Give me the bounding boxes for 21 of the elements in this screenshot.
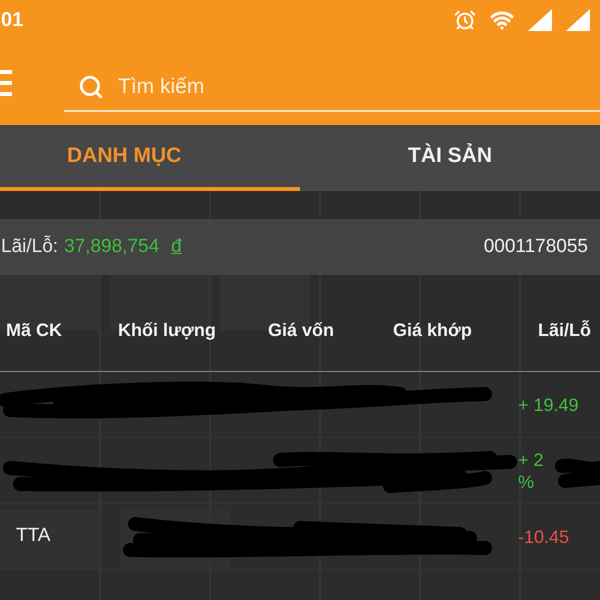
profit-loss-cell-text: -10.45 [517, 526, 570, 548]
menu-button[interactable] [0, 68, 12, 98]
status-time: 01 [0, 8, 24, 33]
profit-loss-amount: 37,898,754 [64, 234, 160, 259]
tab[interactable]: TÀI SẢN [300, 125, 600, 191]
column-header: Lãi/Lỗ [537, 318, 592, 342]
profit-loss-cell-text: % [517, 470, 534, 492]
signal-icon [528, 9, 552, 31]
alarm-icon [454, 9, 476, 31]
signal-icon [566, 9, 590, 31]
column-header: Giá vốn [267, 318, 336, 342]
profit-loss-cell-text: + 2 [517, 448, 544, 470]
search-icon [78, 74, 104, 100]
profit-loss-label: Lãi/Lỗ: [1, 234, 58, 259]
symbol-cell-text: TTA [15, 525, 50, 546]
column-header: Giá khớp [392, 318, 473, 342]
account-number: 0001178055 [484, 234, 588, 259]
column-header: Mã CK [5, 318, 64, 342]
column-header: Khối lượng [117, 318, 217, 342]
profit-loss-cell-text: + 19.49 [517, 394, 579, 416]
currency-symbol: đ [171, 234, 182, 259]
